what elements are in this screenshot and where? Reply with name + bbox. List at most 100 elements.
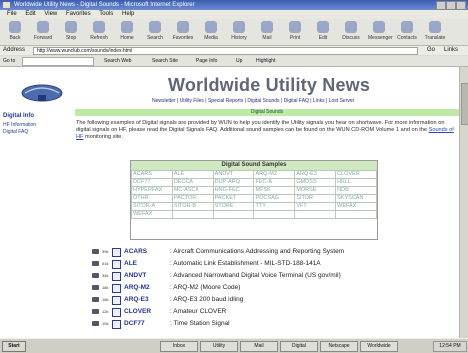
home-button[interactable]: Home: [116, 21, 138, 43]
menu-tools[interactable]: Tools: [99, 11, 113, 17]
sample-cell[interactable]: HYPERFAX: [131, 186, 173, 195]
sound-list-item[interactable]: 18k ARQ-E3: ARQ-E3 200 baud idling: [92, 295, 452, 305]
sample-cell[interactable]: SKYSCAN: [335, 194, 377, 203]
sound-list-item[interactable]: 12k CLOVER: Amateur CLOVER: [92, 307, 452, 317]
discuss-button[interactable]: Discuss: [340, 21, 362, 43]
task-button[interactable]: Digital: [280, 341, 318, 352]
sample-cell[interactable]: ALE: [171, 170, 214, 179]
audio-file-icon[interactable]: [112, 284, 121, 293]
sample-cell[interactable]: ACARS: [131, 170, 173, 179]
search-web-link[interactable]: Search Web: [104, 56, 131, 66]
sidebar-item-digital-faq[interactable]: Digital FAQ: [3, 129, 28, 135]
media-button[interactable]: Media: [200, 21, 222, 43]
task-button[interactable]: Mail: [240, 341, 278, 352]
search-button[interactable]: Search: [144, 21, 166, 43]
menu-file[interactable]: File: [7, 11, 17, 17]
sample-cell[interactable]: ANDVT: [212, 170, 255, 179]
sample-cell[interactable]: MFSK: [253, 186, 296, 195]
audio-file-icon[interactable]: [112, 308, 121, 317]
mode-code-link[interactable]: DCF77: [124, 319, 145, 328]
forward-button[interactable]: Forward: [32, 21, 54, 43]
sample-cell[interactable]: WEFAX: [335, 202, 377, 211]
sample-cell[interactable]: DECCA: [171, 178, 214, 187]
sample-cell[interactable]: DCF77: [131, 178, 173, 187]
sample-cell[interactable]: MORSE: [294, 186, 337, 195]
sound-list-item[interactable]: 39k ACARS: Aircraft Communications Addres…: [92, 247, 452, 257]
audio-file-icon[interactable]: [112, 272, 121, 281]
vertical-scrollbar[interactable]: [459, 67, 468, 338]
close-button[interactable]: [456, 1, 466, 10]
mode-code-link[interactable]: ARQ-M2: [124, 283, 150, 292]
task-button[interactable]: Inbox: [160, 341, 198, 352]
sample-cell[interactable]: NDB: [335, 186, 377, 195]
page-info-link[interactable]: Page Info: [196, 56, 217, 66]
audio-file-icon[interactable]: [112, 260, 121, 269]
mode-code-link[interactable]: ACARS: [124, 247, 147, 256]
sample-cell[interactable]: ARQ-E3: [294, 170, 337, 179]
scrollbar-thumb[interactable]: [461, 83, 468, 125]
stop-button[interactable]: Stop: [60, 21, 82, 43]
sample-cell[interactable]: PACKET: [212, 194, 255, 203]
file-size: 34k: [102, 273, 109, 278]
menu-favorites[interactable]: Favorites: [66, 11, 91, 17]
site-nav-links[interactable]: Newsletter | Utility Files | Special Rep…: [152, 98, 354, 104]
sidebar-item-hf-information[interactable]: HF Information: [3, 122, 36, 128]
start-button[interactable]: Start: [2, 341, 26, 352]
sample-cell[interactable]: HNG-FEC: [212, 186, 255, 195]
audio-file-icon[interactable]: [112, 296, 121, 305]
sample-cell[interactable]: POCSAG: [253, 194, 296, 203]
search-site-link[interactable]: Search Site: [152, 56, 178, 66]
mode-code-link[interactable]: ANDVT: [124, 271, 146, 280]
maximize-button[interactable]: [446, 1, 456, 10]
refresh-button[interactable]: Refresh: [88, 21, 110, 43]
sample-cell[interactable]: OTHR: [131, 194, 173, 203]
sample-cell[interactable]: TTY: [253, 202, 296, 211]
menu-view[interactable]: View: [44, 11, 57, 17]
sample-cell[interactable]: MC-ASCII: [171, 186, 214, 195]
sample-cell[interactable]: VFT: [294, 202, 337, 211]
menu-edit[interactable]: Edit: [25, 11, 35, 17]
sample-cell[interactable]: DUP-ARQ: [212, 178, 255, 187]
sample-cell[interactable]: STORE: [212, 202, 255, 211]
favorites-button[interactable]: Favorites: [172, 21, 194, 43]
mode-code-link[interactable]: ALE: [124, 259, 137, 268]
sound-list-item[interactable]: 51k ALE: Automatic Link Establishment - M…: [92, 259, 452, 269]
minimize-button[interactable]: [436, 1, 446, 10]
edit-button[interactable]: Edit: [312, 21, 334, 43]
task-button[interactable]: Utility: [200, 341, 238, 352]
print-button[interactable]: Print: [284, 21, 306, 43]
sample-cell[interactable]: HELL: [335, 178, 377, 187]
sample-cell[interactable]: SITOR-A: [131, 202, 173, 211]
address-input[interactable]: http://www.wunclub.com/sounds/index.html: [33, 47, 418, 55]
sample-cell: [335, 210, 377, 219]
menu-help[interactable]: Help: [122, 11, 134, 17]
sound-list-item[interactable]: 18k ARQ-M2: ARQ-M2 (Moore Code): [92, 283, 452, 293]
links-button[interactable]: Links: [444, 46, 458, 55]
sample-cell[interactable]: SITOR-B: [171, 202, 214, 211]
up-link[interactable]: Up: [236, 56, 242, 66]
translate-button[interactable]: Translate: [424, 21, 446, 43]
task-button[interactable]: Worldwide: [360, 341, 398, 352]
sample-cell[interactable]: ARQ-M2: [253, 170, 296, 179]
sample-cell[interactable]: FEC-A: [253, 178, 296, 187]
audio-file-icon[interactable]: [112, 320, 121, 329]
mode-code-link[interactable]: CLOVER: [124, 307, 151, 316]
mode-code-link[interactable]: ARQ-E3: [124, 295, 149, 304]
history-button[interactable]: History: [228, 21, 250, 43]
contacts-button[interactable]: Contacts: [396, 21, 418, 43]
audio-file-icon[interactable]: [112, 248, 121, 257]
sample-cell[interactable]: WEFAX: [131, 210, 173, 219]
sound-list-item[interactable]: 10k DCF77: Time Station Signal: [92, 319, 452, 329]
sample-cell[interactable]: CLOVER: [335, 170, 377, 179]
mail-button[interactable]: Mail: [256, 21, 278, 43]
go-button[interactable]: Go: [427, 46, 435, 55]
links-search-box[interactable]: [22, 57, 94, 66]
messenger-button[interactable]: Messenger: [368, 21, 393, 43]
task-button[interactable]: Netscape: [320, 341, 358, 352]
sample-cell[interactable]: SITOR: [294, 194, 337, 203]
highlight-link[interactable]: Highlight: [256, 56, 275, 66]
sample-cell[interactable]: GMDSS: [294, 178, 337, 187]
sound-list-item[interactable]: 34k ANDVT: Advanced Narrowband Digital Vo…: [92, 271, 452, 281]
sample-cell[interactable]: PACTOR: [171, 194, 214, 203]
back-button[interactable]: Back: [4, 21, 26, 43]
